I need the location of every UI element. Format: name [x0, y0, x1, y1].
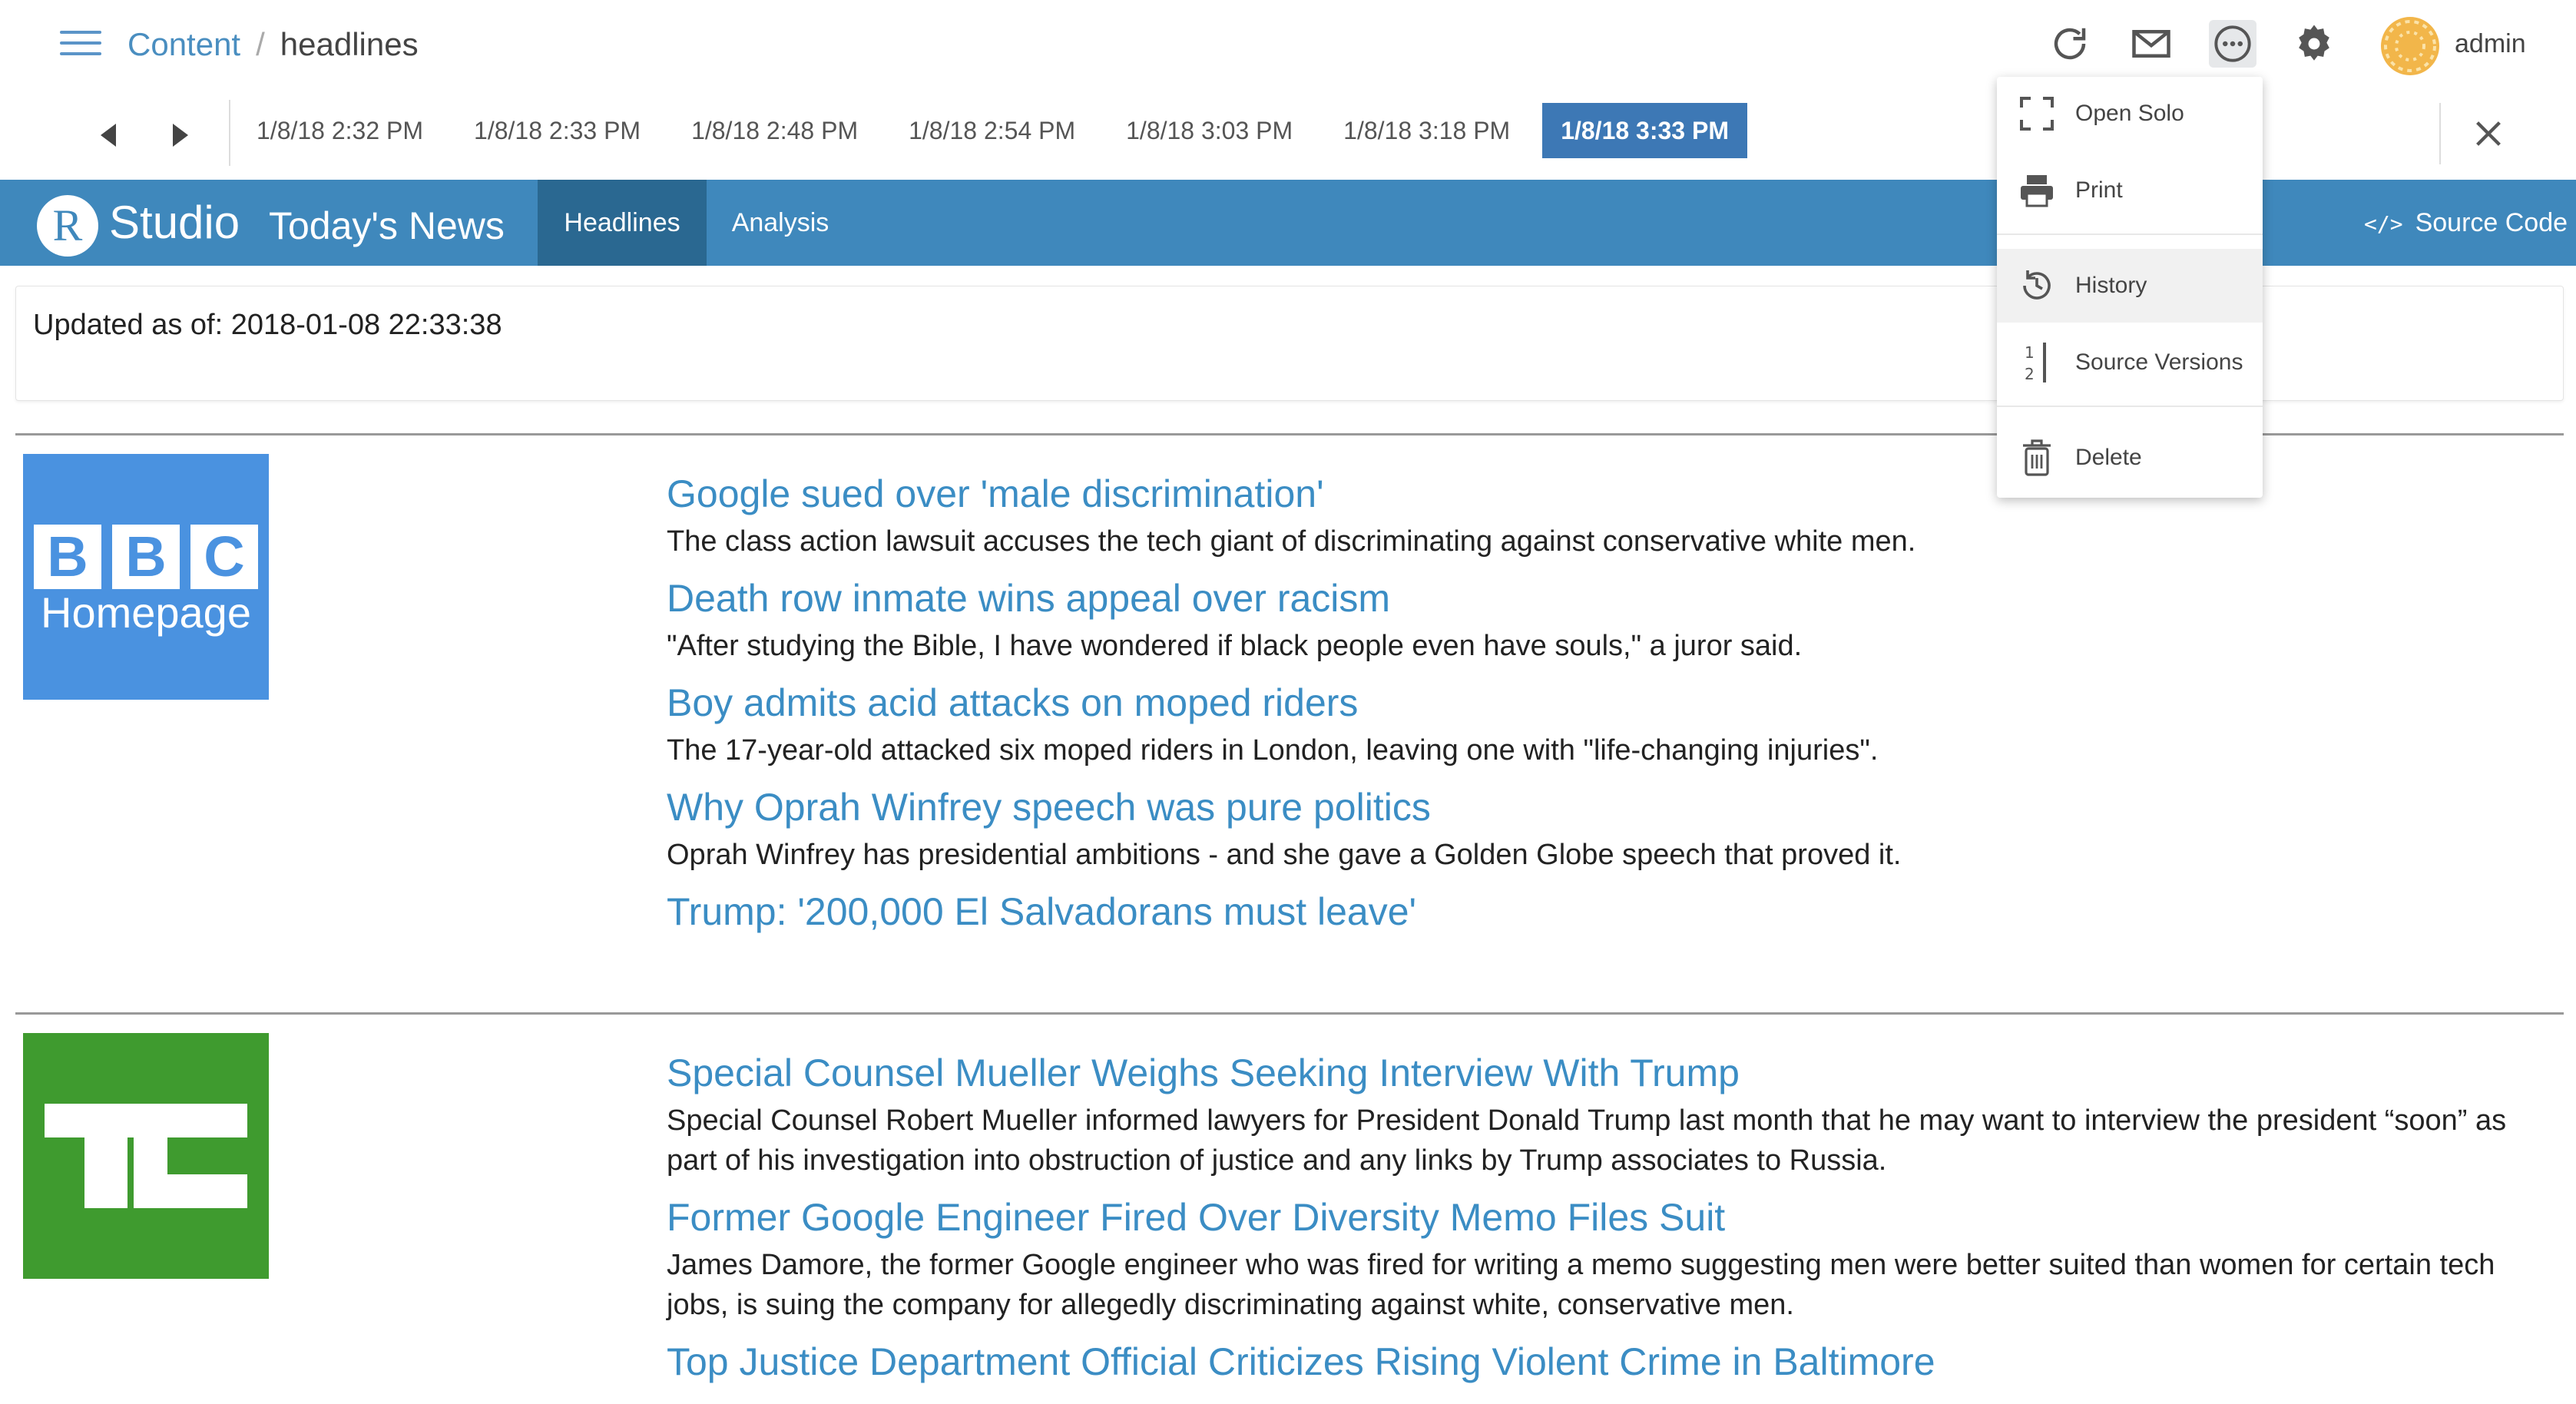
- bbc-block-c: C: [190, 525, 258, 589]
- headline-summary: The class action lawsuit accuses the tec…: [667, 525, 1916, 558]
- breadcrumb: Content / headlines: [127, 23, 419, 66]
- avatar[interactable]: [2381, 17, 2439, 75]
- menu-item-label: Open Solo: [2075, 101, 2184, 126]
- headline-list: Google sued over 'male discrimination' Th…: [667, 466, 2556, 939]
- printer-icon: [2018, 172, 2055, 209]
- trash-icon: [2018, 439, 2055, 476]
- version-list: 1/8/18 2:32 PM 1/8/18 2:33 PM 1/8/18 2:48 …: [238, 103, 1761, 164]
- headline-link[interactable]: Former Google Engineer Fired Over Divers…: [667, 1190, 2556, 1245]
- more-options-icon[interactable]: [2209, 20, 2256, 68]
- headline-summary: The 17-year-old attacked six moped rider…: [667, 734, 1879, 767]
- gear-icon[interactable]: [2290, 20, 2338, 68]
- techcrunch-logo-mark: [45, 1104, 247, 1208]
- version-tab[interactable]: 1/8/18 3:18 PM: [1325, 103, 1528, 158]
- news-card-bbc: B B C Homepage Google sued over 'male di…: [15, 433, 2564, 1018]
- menu-item-delete[interactable]: Delete: [1997, 421, 2263, 495]
- previous-version-icon[interactable]: [94, 117, 124, 154]
- headline-link[interactable]: Why Oprah Winfrey speech was pure politi…: [667, 780, 2556, 835]
- headline-list: Special Counsel Mueller Weighs Seeking I…: [667, 1045, 2556, 1389]
- menu-separator: [1997, 233, 2263, 235]
- menu-separator: [1997, 406, 2263, 407]
- divider: [2439, 103, 2441, 164]
- headline-summary: Special Counsel Robert Mueller informed …: [667, 1104, 2507, 1177]
- tab-analysis[interactable]: Analysis: [707, 180, 854, 266]
- bbc-block-b1: B: [34, 525, 101, 589]
- svg-text:1: 1: [2025, 343, 2035, 362]
- techcrunch-logo: [23, 1033, 269, 1279]
- headline-link[interactable]: Top Justice Department Official Criticiz…: [667, 1334, 2556, 1389]
- code-icon: </>: [2364, 211, 2403, 237]
- bbc-block-b2: B: [112, 525, 180, 589]
- headline-summary: James Damore, the former Google engineer…: [667, 1249, 2495, 1321]
- source-code-label: Source Code: [2415, 208, 2568, 237]
- headline-link[interactable]: Google sued over 'male discrimination': [667, 466, 2556, 522]
- versions-icon: 12: [2018, 343, 2055, 383]
- bbc-logo-caption: Homepage: [41, 588, 251, 637]
- version-tab[interactable]: 1/8/18 3:33 PM: [1542, 103, 1747, 158]
- next-version-icon[interactable]: [164, 117, 195, 154]
- headline-summary: Oprah Winfrey has presidential ambitions…: [667, 839, 1902, 871]
- bbc-logo-blocks: B B C: [34, 525, 258, 589]
- version-tab[interactable]: 1/8/18 2:32 PM: [238, 103, 442, 158]
- version-tab[interactable]: 1/8/18 3:03 PM: [1108, 103, 1311, 158]
- headline-link[interactable]: Special Counsel Mueller Weighs Seeking I…: [667, 1045, 2556, 1101]
- divider: [229, 100, 230, 166]
- headline-link[interactable]: Boy admits acid attacks on moped riders: [667, 675, 2556, 730]
- news-card-techcrunch: Special Counsel Mueller Weighs Seeking I…: [15, 1012, 2564, 1404]
- page: Content / headlines admin 1/8/18 2:32 PM 1/…: [0, 0, 2576, 1404]
- history-icon: [2018, 267, 2055, 304]
- tab-headlines[interactable]: Headlines: [538, 180, 707, 266]
- rstudio-logo: R: [37, 195, 98, 257]
- updated-timestamp: Updated as of: 2018-01-08 22:33:38: [33, 309, 502, 341]
- more-options-menu: Open Solo Print History 12 Source Versio…: [1997, 77, 2263, 498]
- close-icon[interactable]: [2465, 111, 2511, 157]
- version-tab[interactable]: 1/8/18 2:48 PM: [673, 103, 876, 158]
- source-code-link[interactable]: </> Source Code: [2364, 180, 2568, 266]
- rstudio-logo-text: Studio: [109, 197, 240, 248]
- svg-text:2: 2: [2025, 365, 2035, 383]
- menu-item-label: Delete: [2075, 445, 2142, 470]
- menu-item-print[interactable]: Print: [1997, 154, 2263, 227]
- refresh-icon[interactable]: [2046, 20, 2094, 68]
- version-tab[interactable]: 1/8/18 2:33 PM: [455, 103, 659, 158]
- headline-summary: "After studying the Bible, I have wonder…: [667, 630, 1803, 662]
- menu-item-label: Print: [2075, 177, 2123, 203]
- menu-item-label: History: [2075, 273, 2147, 298]
- top-bar: Content / headlines admin: [0, 0, 2576, 89]
- headline-link[interactable]: Trump: '200,000 El Salvadorans must leav…: [667, 884, 2556, 939]
- menu-item-open-solo[interactable]: Open Solo: [1997, 77, 2263, 151]
- headline-link[interactable]: Death row inmate wins appeal over racism: [667, 571, 2556, 626]
- username[interactable]: admin: [2455, 26, 2526, 61]
- mail-icon[interactable]: [2127, 20, 2175, 68]
- breadcrumb-separator: /: [256, 26, 265, 62]
- menu-item-history[interactable]: History: [1997, 249, 2263, 323]
- breadcrumb-content-link[interactable]: Content: [127, 26, 240, 62]
- menu-item-label: Source Versions: [2075, 349, 2243, 375]
- app-title: Today's News: [269, 204, 505, 247]
- menu-icon[interactable]: [60, 31, 101, 58]
- expand-icon: [2018, 95, 2055, 132]
- version-tab[interactable]: 1/8/18 2:54 PM: [890, 103, 1094, 158]
- bbc-logo: B B C Homepage: [23, 454, 269, 700]
- menu-item-source-versions[interactable]: 12 Source Versions: [1997, 326, 2263, 399]
- breadcrumb-current: headlines: [280, 26, 419, 62]
